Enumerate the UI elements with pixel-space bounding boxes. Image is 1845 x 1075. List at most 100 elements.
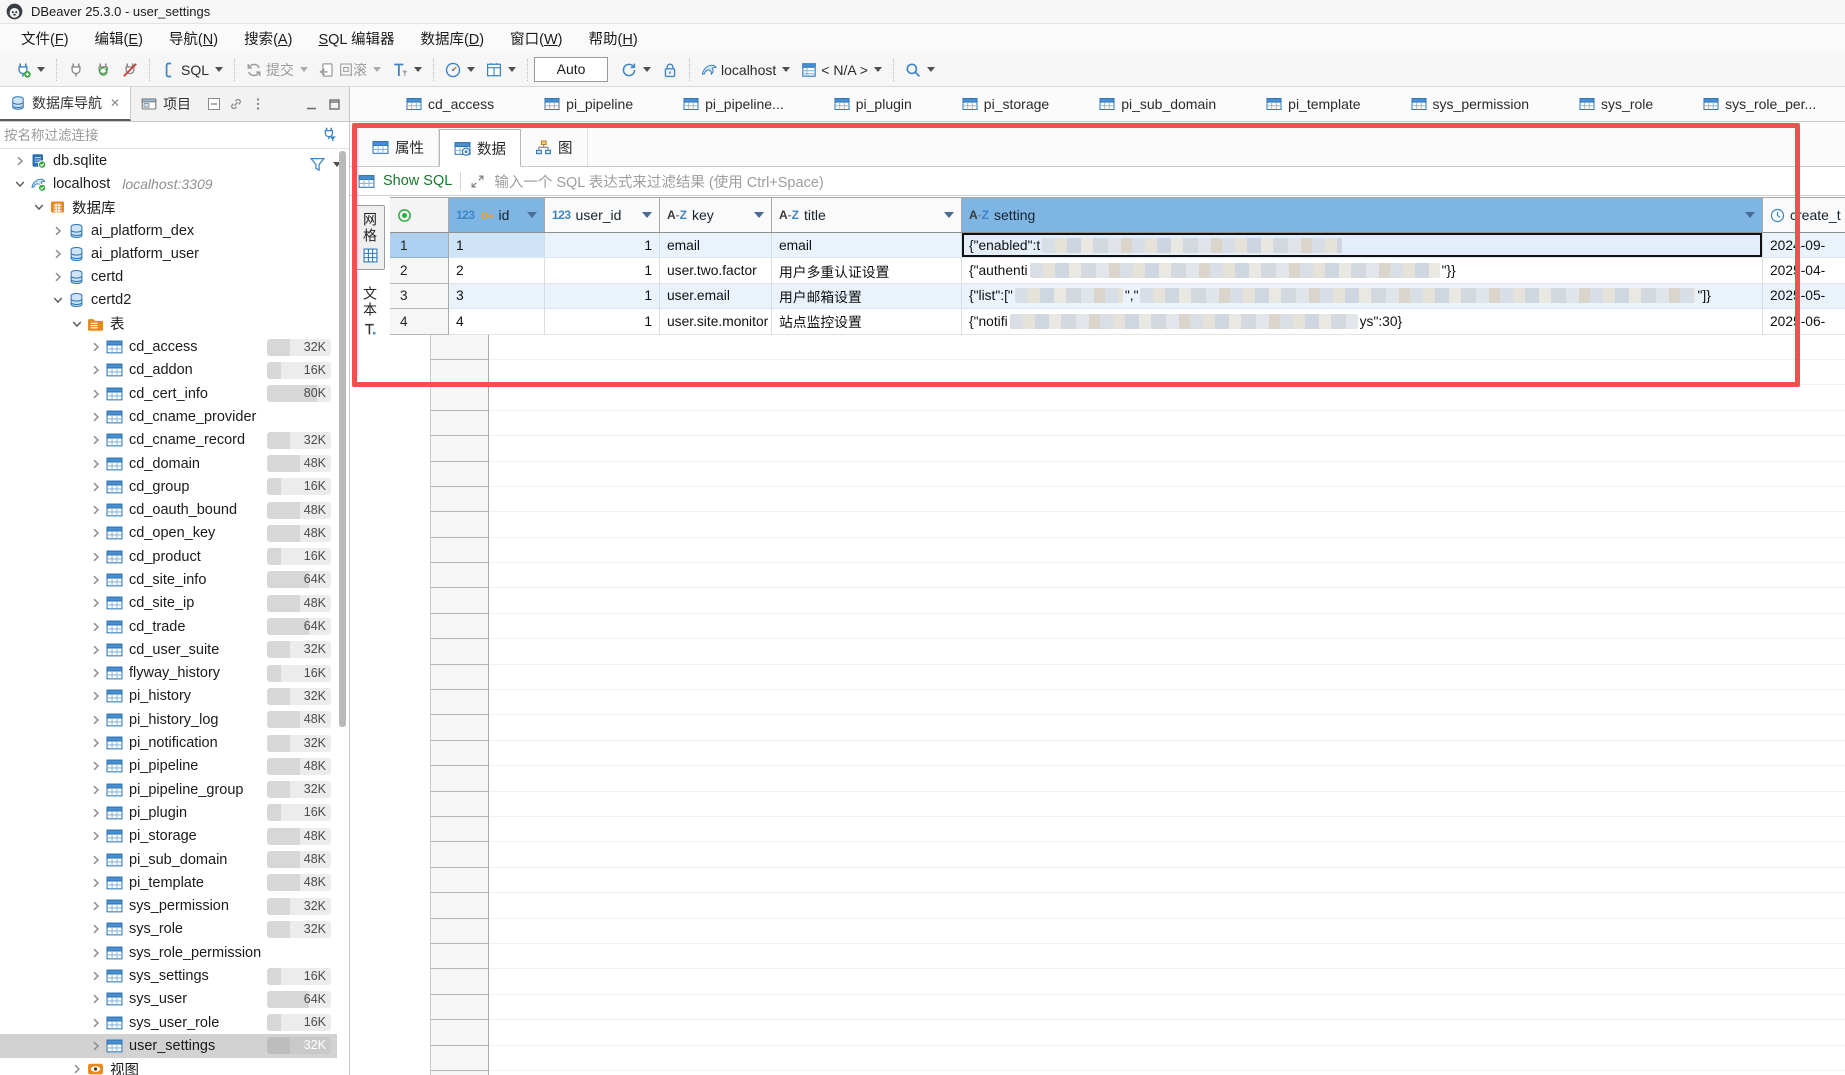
menu-item-编辑(E)[interactable]: 编辑(E) — [82, 28, 156, 49]
row-number[interactable]: 4 — [390, 309, 449, 334]
cell-title[interactable]: 用户多重认证设置 — [772, 258, 962, 283]
menu-item-帮助(H)[interactable]: 帮助(H) — [576, 28, 651, 49]
active-connection-select[interactable]: localhost — [697, 59, 794, 81]
active-database-select[interactable]: < N/A > — [797, 59, 886, 81]
close-icon[interactable]: ✕ — [110, 96, 120, 110]
disconnect-button[interactable] — [118, 59, 142, 81]
tab-database-navigator[interactable]: 数据库导航 ✕ — [0, 87, 131, 121]
tree-item-sys_settings[interactable]: sys_settings16K — [0, 964, 337, 987]
menu-item-文件(F)[interactable]: 文件(F) — [8, 28, 82, 49]
chevron-right-icon[interactable] — [12, 153, 28, 169]
editor-tab-pi_storage[interactable]: pi_storage — [962, 96, 1049, 112]
tree-item-cd_open_key[interactable]: cd_open_key48K — [0, 522, 337, 545]
scrollbar-thumb[interactable] — [339, 151, 346, 727]
new-connection-button[interactable] — [11, 59, 49, 81]
column-header-title[interactable]: A-Z title — [772, 198, 962, 232]
empty-row-number[interactable] — [430, 741, 489, 766]
menu-item-窗口(W)[interactable]: 窗口(W) — [497, 28, 575, 49]
tree-item-cd_product[interactable]: cd_product16K — [0, 545, 337, 568]
tree-item-ai_platform_user[interactable]: ai_platform_user — [0, 242, 337, 265]
tree-item-cd_oauth_bound[interactable]: cd_oauth_bound48K — [0, 498, 337, 521]
column-menu-icon[interactable] — [754, 212, 764, 218]
cell-user-id[interactable]: 1 — [545, 258, 660, 283]
tab-data[interactable]: 数据 — [439, 129, 521, 167]
refresh-button[interactable] — [617, 59, 655, 81]
chevron-right-icon[interactable] — [88, 432, 104, 448]
cell-create-time[interactable]: 2024-09- — [1763, 233, 1845, 258]
column-menu-icon[interactable] — [1745, 212, 1755, 218]
tree-item-db.sqlite[interactable]: db.sqlite — [0, 149, 337, 172]
tree-item-cd_user_suite[interactable]: cd_user_suite32K — [0, 638, 337, 661]
column-menu-icon[interactable] — [944, 212, 954, 218]
cell-setting[interactable]: {"list":["",""]} — [962, 284, 1763, 309]
tree-item-pi_pipeline_group[interactable]: pi_pipeline_group32K — [0, 778, 337, 801]
tree-item-表[interactable]: 表 — [0, 312, 337, 335]
empty-row-number[interactable] — [430, 1020, 489, 1045]
chevron-right-icon[interactable] — [88, 921, 104, 937]
tab-diagram[interactable]: 图 — [521, 128, 588, 166]
link-editor-icon[interactable] — [229, 97, 243, 111]
empty-row-number[interactable] — [430, 1046, 489, 1071]
tab-properties[interactable]: 属性 — [358, 128, 439, 166]
column-header-key[interactable]: A-Z key — [660, 198, 772, 232]
chevron-right-icon[interactable] — [88, 852, 104, 868]
tree-item-pi_history_log[interactable]: pi_history_log48K — [0, 708, 337, 731]
view-menu-icon[interactable] — [251, 97, 265, 111]
editor-tab-sys_permission[interactable]: sys_permission — [1411, 96, 1529, 112]
cell-setting[interactable]: {"enabled":t — [962, 233, 1763, 258]
chevron-right-icon[interactable] — [88, 991, 104, 1007]
empty-row-number[interactable] — [430, 563, 489, 588]
chevron-right-icon[interactable] — [50, 269, 66, 285]
tree-item-ai_platform_dex[interactable]: ai_platform_dex — [0, 219, 337, 242]
empty-row-number[interactable] — [430, 512, 489, 537]
show-sql-button[interactable]: Show SQL — [383, 173, 452, 189]
tree-item-pi_storage[interactable]: pi_storage48K — [0, 825, 337, 848]
empty-row-number[interactable] — [430, 893, 489, 918]
minimize-view-icon[interactable] — [305, 98, 318, 111]
chevron-right-icon[interactable] — [88, 712, 104, 728]
cell-user-id[interactable]: 1 — [545, 233, 660, 258]
cell-title[interactable]: 用户邮箱设置 — [772, 284, 962, 309]
dashboard-button[interactable] — [441, 59, 479, 81]
tree-item-cd_cert_info[interactable]: cd_cert_info80K — [0, 382, 337, 405]
cell-create-time[interactable]: 2025-05- — [1763, 284, 1845, 309]
compare-button[interactable] — [482, 59, 520, 81]
empty-row-number[interactable] — [430, 411, 489, 436]
empty-row-number[interactable] — [430, 792, 489, 817]
sql-editor-button[interactable]: SQL — [157, 59, 227, 81]
empty-row-number[interactable] — [430, 385, 489, 410]
chevron-right-icon[interactable] — [88, 688, 104, 704]
tree-item-cd_access[interactable]: cd_access32K — [0, 335, 337, 358]
tree-item-sys_user_role[interactable]: sys_user_role16K — [0, 1011, 337, 1034]
connection-filter-input[interactable] — [4, 128, 315, 143]
tree-item-user_settings[interactable]: user_settings32K — [0, 1034, 337, 1057]
empty-row-number[interactable] — [430, 462, 489, 487]
tree-item-pi_sub_domain[interactable]: pi_sub_domain48K — [0, 848, 337, 871]
chevron-right-icon[interactable] — [88, 642, 104, 658]
chevron-right-icon[interactable] — [88, 362, 104, 378]
editor-tab-pi_sub_domain[interactable]: pi_sub_domain — [1099, 96, 1216, 112]
tree-item-certd2[interactable]: certd2 — [0, 289, 337, 312]
tree-item-pi_notification[interactable]: pi_notification32K — [0, 731, 337, 754]
commit-mode-select[interactable]: Auto — [534, 57, 608, 82]
chevron-right-icon[interactable] — [88, 945, 104, 961]
sql-filter-input[interactable]: 输入一个 SQL 表达式来过滤结果 (使用 Ctrl+Space) — [494, 171, 823, 192]
lock-button[interactable] — [658, 59, 682, 81]
tree-item-视图[interactable]: 视图 — [0, 1058, 337, 1075]
column-menu-icon[interactable] — [642, 212, 652, 218]
connect-button[interactable] — [64, 59, 88, 81]
empty-row-number[interactable] — [430, 944, 489, 969]
tree-item-cd_domain[interactable]: cd_domain48K — [0, 452, 337, 475]
cell-title[interactable]: email — [772, 233, 962, 258]
column-header-id[interactable]: 123 id — [449, 198, 545, 232]
chevron-right-icon[interactable] — [88, 595, 104, 611]
tree-item-数据库[interactable]: 数据库 — [0, 196, 337, 219]
column-header-create_t[interactable]: create_t — [1763, 198, 1845, 232]
tree-item-cd_group[interactable]: cd_group16K — [0, 475, 337, 498]
menu-item-SQL 编辑器[interactable]: SQL 编辑器 — [305, 28, 407, 49]
chevron-right-icon[interactable] — [88, 898, 104, 914]
chevron-right-icon[interactable] — [69, 1061, 85, 1075]
cell-key[interactable]: email — [660, 233, 772, 258]
editor-tab-cd_access[interactable]: cd_access — [406, 96, 494, 112]
tree-item-pi_pipeline[interactable]: pi_pipeline48K — [0, 755, 337, 778]
